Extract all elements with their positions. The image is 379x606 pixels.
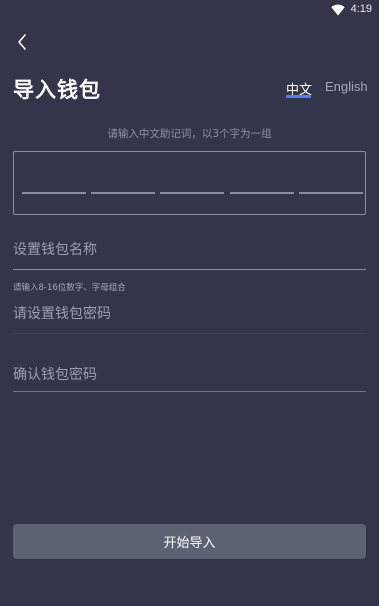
start-import-button[interactable]: 开始导入 <box>13 524 366 559</box>
mnemonic-slot-1[interactable] <box>22 192 86 194</box>
status-bar: 4:19 <box>0 0 379 20</box>
back-button[interactable] <box>10 30 34 54</box>
import-wallet-screen: 4:19 导入钱包 中文 English 请输入中文助记词，以3个字为一组 请输… <box>0 0 379 606</box>
mnemonic-slot-4[interactable] <box>230 192 294 194</box>
mnemonic-hint: 请输入中文助记词，以3个字为一组 <box>107 128 272 140</box>
wallet-name-underline <box>13 269 366 270</box>
mnemonic-slot-5[interactable] <box>299 192 363 194</box>
wifi-icon <box>331 4 345 16</box>
active-tab-indicator <box>286 95 311 98</box>
wallet-name-input[interactable] <box>13 233 366 267</box>
confirm-password-input[interactable] <box>13 358 366 392</box>
mnemonic-slot-2[interactable] <box>91 192 155 194</box>
mnemonic-slot-3[interactable] <box>160 192 224 194</box>
chevron-left-icon <box>18 34 26 50</box>
wallet-password-input[interactable] <box>13 297 366 331</box>
confirm-password-underline <box>13 391 366 392</box>
tab-english[interactable]: English <box>325 79 368 94</box>
password-rule-hint: 请输入8-16位数字、字母组合 <box>13 283 126 293</box>
status-time: 4:19 <box>350 3 372 15</box>
wallet-password-underline <box>13 333 366 334</box>
page-title: 导入钱包 <box>13 78 101 102</box>
mnemonic-input-box[interactable] <box>13 151 366 215</box>
